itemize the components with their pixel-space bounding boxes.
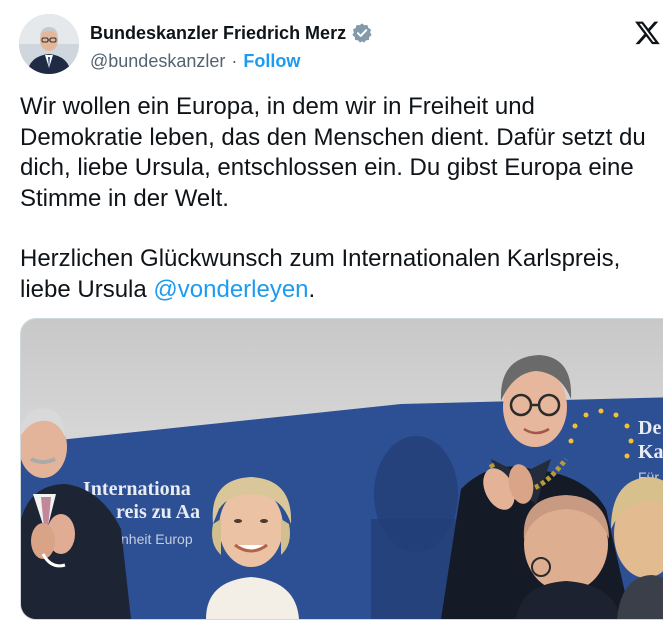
x-logo-icon[interactable] xyxy=(634,19,661,46)
author-handle-row: @bundeskanzler · Follow xyxy=(90,51,300,72)
avatar-photo xyxy=(19,14,79,74)
tweet-photo[interactable]: Internationa reis zu Aa nheit Europ De K… xyxy=(20,318,663,620)
verified-badge-icon xyxy=(352,23,372,43)
right-banner-line-2: Ka xyxy=(638,441,663,463)
banner-text-line-1: Internationa xyxy=(83,478,191,500)
author-name-row: Bundeskanzler Friedrich Merz xyxy=(90,22,373,44)
person-woman-center xyxy=(206,477,299,619)
right-banner-line-1: De xyxy=(638,417,661,439)
ceremony-photo: Internationa reis zu Aa nheit Europ De K… xyxy=(21,319,663,619)
mention-link[interactable]: @vonderleyen xyxy=(153,276,308,303)
separator-dot: · xyxy=(231,51,238,71)
author-display-name[interactable]: Bundeskanzler Friedrich Merz xyxy=(90,23,346,44)
avatar[interactable] xyxy=(19,14,79,74)
banner-text-line-2: reis zu Aa xyxy=(116,501,200,523)
tweet-paragraph-1: Wir wollen ein Europa, in dem wir in Fre… xyxy=(20,93,646,212)
tweet-paragraph-2-end: . xyxy=(308,275,316,303)
tweet-paragraph-2-text: Herzlichen Glückwunsch zum International… xyxy=(20,245,621,303)
tweet-card: Bundeskanzler Friedrich Merz @bundeskanz… xyxy=(0,0,663,620)
banner-text-line-3: nheit Europ xyxy=(121,531,193,547)
tweet-text: Wir wollen ein Europa, in dem wir in Fre… xyxy=(20,92,650,305)
author-handle[interactable]: @bundeskanzler xyxy=(90,51,225,72)
tweet-paragraph-2: Herzlichen Glückwunsch zum International… xyxy=(20,244,650,305)
follow-button[interactable]: Follow xyxy=(243,51,300,72)
